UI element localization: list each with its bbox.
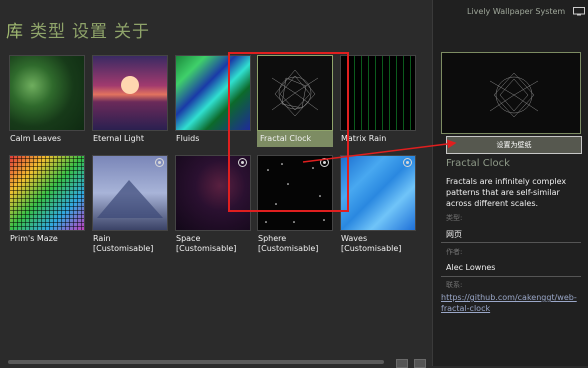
divider [441,242,581,243]
details-panel: Lively Wallpaper System 设置为壁纸 Fractal Cl… [432,0,588,366]
tile-label: Rain [Customisable] [93,234,154,253]
thumbnail [340,155,416,231]
nav-about[interactable]: 关于 [114,20,150,44]
wallpaper-tile-eternal-light[interactable]: Eternal Light [92,55,168,144]
mountain-icon [97,180,163,218]
wallpaper-tile-sphere[interactable]: Sphere [Customisable] [257,155,333,254]
tile-label: Space [Customisable] [176,234,237,253]
wallpaper-tile-rain[interactable]: Rain [Customisable] [92,155,168,254]
stars-icon [265,163,325,223]
type-label: 类型: [446,214,463,222]
set-wallpaper-button[interactable]: 设置为壁纸 [446,136,582,154]
wallpaper-tile-matrix-rain[interactable]: Matrix Rain [340,55,416,144]
wallpaper-preview [441,52,581,134]
tile-label: Fluids [176,134,200,143]
tile-label: Eternal Light [93,134,144,143]
wallpaper-tile-waves[interactable]: Waves [Customisable] [340,155,416,254]
wallpaper-tile-fluids[interactable]: Fluids [175,55,251,144]
wallpaper-tile-prims-maze[interactable]: Prim's Maze [9,155,85,244]
wallpaper-tile-fractal-clock[interactable]: Fractal Clock [257,55,333,147]
fractal-clock-icon [271,69,319,117]
wallpaper-description: Fractals are infinitely complex patterns… [446,177,567,208]
divider [441,276,581,277]
thumbnail [257,55,333,131]
thumbnail [175,155,251,231]
settings-gear-icon[interactable] [320,158,329,167]
horizontal-scrollbar[interactable] [8,360,384,364]
thumbnail [9,155,85,231]
settings-gear-icon[interactable] [238,158,247,167]
fractal-clock-icon [489,72,539,118]
wallpaper-tile-space[interactable]: Space [Customisable] [175,155,251,254]
monitor-icon[interactable] [573,7,585,16]
contact-link[interactable]: https://github.com/cakenggt/web-fractal-… [441,292,586,314]
library-panel: 库 类型 设置 关于 Calm Leaves Eternal Light Flu… [0,0,432,368]
scroll-right-button[interactable] [414,359,426,368]
thumbnail [257,155,333,231]
contact-label: 联系: [446,281,463,289]
thumbnail [92,55,168,131]
thumbnail [175,55,251,131]
wallpaper-tile-calm-leaves[interactable]: Calm Leaves [9,55,85,144]
set-wallpaper-label: 设置为壁纸 [496,141,532,149]
settings-gear-icon[interactable] [155,158,164,167]
tile-label: Matrix Rain [341,134,387,143]
tile-label: Prim's Maze [10,234,58,243]
tile-label: Fractal Clock [257,131,333,147]
author-label: 作者: [446,248,463,256]
thumbnail [340,55,416,131]
settings-gear-icon[interactable] [403,158,412,167]
tile-label: Calm Leaves [10,134,62,143]
thumbnail [92,155,168,231]
sun-icon [121,76,139,94]
scroll-left-button[interactable] [396,359,408,368]
author-value: Alec Lownes [446,263,496,272]
wallpaper-title: Fractal Clock [446,158,510,169]
top-nav: 库 类型 设置 关于 [6,20,150,44]
app-title: Lively Wallpaper System [467,7,566,16]
tile-label: Waves [Customisable] [341,234,402,253]
type-value: 网页 [446,230,462,239]
nav-library[interactable]: 库 [6,20,24,44]
nav-settings[interactable]: 设置 [72,20,108,44]
thumbnail [9,55,85,131]
nav-type[interactable]: 类型 [30,20,66,44]
tile-label: Sphere [Customisable] [258,234,319,253]
